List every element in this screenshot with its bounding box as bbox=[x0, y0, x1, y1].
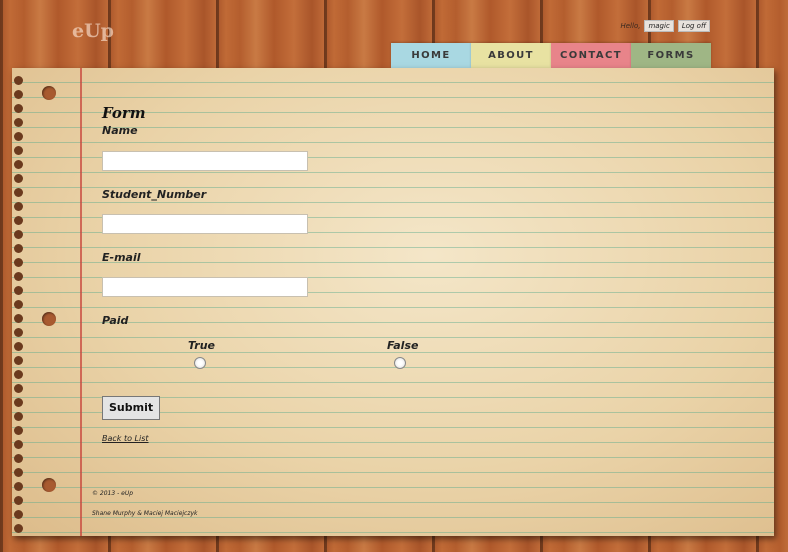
hello-text: Hello, bbox=[620, 22, 641, 30]
hole bbox=[14, 384, 23, 393]
binder-ring-hole bbox=[42, 478, 56, 492]
nav-about[interactable]: ABOUT bbox=[471, 43, 551, 68]
paid-true-radio[interactable] bbox=[194, 357, 206, 369]
student-number-label: Student_Number bbox=[102, 188, 207, 201]
hole bbox=[14, 258, 23, 267]
hole bbox=[14, 104, 23, 113]
hole bbox=[14, 412, 23, 421]
hole bbox=[14, 328, 23, 337]
hole bbox=[14, 76, 23, 85]
username-link[interactable]: magic bbox=[644, 20, 674, 32]
submit-button[interactable]: Submit bbox=[102, 396, 161, 420]
footer-copyright: © 2013 - eUp bbox=[92, 490, 134, 497]
hole bbox=[14, 314, 23, 323]
login-area: Hello, magic Log off bbox=[620, 20, 710, 32]
email-input[interactable] bbox=[102, 277, 308, 297]
binder-ring-hole bbox=[42, 312, 56, 326]
hole bbox=[14, 174, 23, 183]
paid-false-radio[interactable] bbox=[394, 357, 406, 369]
hole bbox=[14, 272, 23, 281]
hole bbox=[14, 286, 23, 295]
hole bbox=[14, 440, 23, 449]
hole bbox=[14, 160, 23, 169]
site-logo[interactable]: eUp bbox=[72, 20, 114, 42]
hole bbox=[14, 188, 23, 197]
main-nav: HOME ABOUT CONTACT FORMS bbox=[391, 43, 711, 68]
hole bbox=[14, 510, 23, 519]
hole bbox=[14, 230, 23, 239]
footer-authors: Shane Murphy & Maciej Maciejczyk bbox=[92, 510, 198, 517]
name-label: Name bbox=[102, 124, 138, 137]
name-input[interactable] bbox=[102, 151, 308, 171]
nav-forms[interactable]: FORMS bbox=[631, 43, 711, 68]
hole bbox=[14, 454, 23, 463]
hole bbox=[14, 496, 23, 505]
hole bbox=[14, 146, 23, 155]
true-label: True bbox=[188, 339, 216, 352]
hole bbox=[14, 300, 23, 309]
hole bbox=[14, 132, 23, 141]
student-number-input[interactable] bbox=[102, 214, 308, 234]
hole bbox=[14, 426, 23, 435]
notebook-paper: Form Name Student_Number E-mail Paid Tru… bbox=[12, 68, 774, 536]
back-to-list-link[interactable]: Back to List bbox=[102, 434, 149, 443]
binder-holes bbox=[12, 68, 26, 536]
email-label: E-mail bbox=[102, 251, 141, 264]
hole bbox=[14, 468, 23, 477]
hole bbox=[14, 90, 23, 99]
nav-contact[interactable]: CONTACT bbox=[551, 43, 631, 68]
hole bbox=[14, 482, 23, 491]
false-label: False bbox=[387, 339, 419, 352]
binder-ring-hole bbox=[42, 86, 56, 100]
hole bbox=[14, 118, 23, 127]
paid-label: Paid bbox=[102, 314, 129, 327]
hole bbox=[14, 216, 23, 225]
logoff-link[interactable]: Log off bbox=[677, 20, 710, 32]
hole bbox=[14, 398, 23, 407]
hole bbox=[14, 342, 23, 351]
hole bbox=[14, 356, 23, 365]
hole bbox=[14, 202, 23, 211]
hole bbox=[14, 370, 23, 379]
nav-home[interactable]: HOME bbox=[391, 43, 471, 68]
hole bbox=[14, 524, 23, 533]
form-title: Form bbox=[102, 104, 146, 122]
hole bbox=[14, 244, 23, 253]
